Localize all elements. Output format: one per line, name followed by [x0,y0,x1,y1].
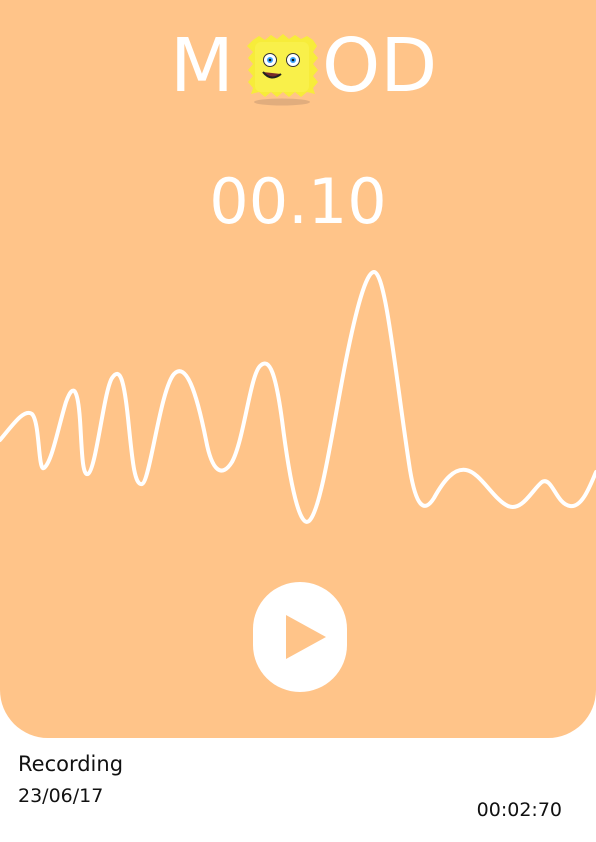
logo-letters-od: OD [322,23,438,109]
audio-waveform [0,270,596,524]
mood-logo: M OD [0,26,596,106]
logo-letter-m: M [170,23,234,109]
play-button[interactable] [253,582,347,692]
recording-title: Recording [18,752,124,776]
play-icon [286,615,326,659]
recording-duration: 00:02:70 [476,799,562,821]
playback-timer: 00.10 [209,165,387,238]
player-card: M OD 00.10 [0,0,596,738]
recording-date: 23/06/17 [18,785,104,807]
fuzzy-yellow-monster-icon [247,34,318,106]
